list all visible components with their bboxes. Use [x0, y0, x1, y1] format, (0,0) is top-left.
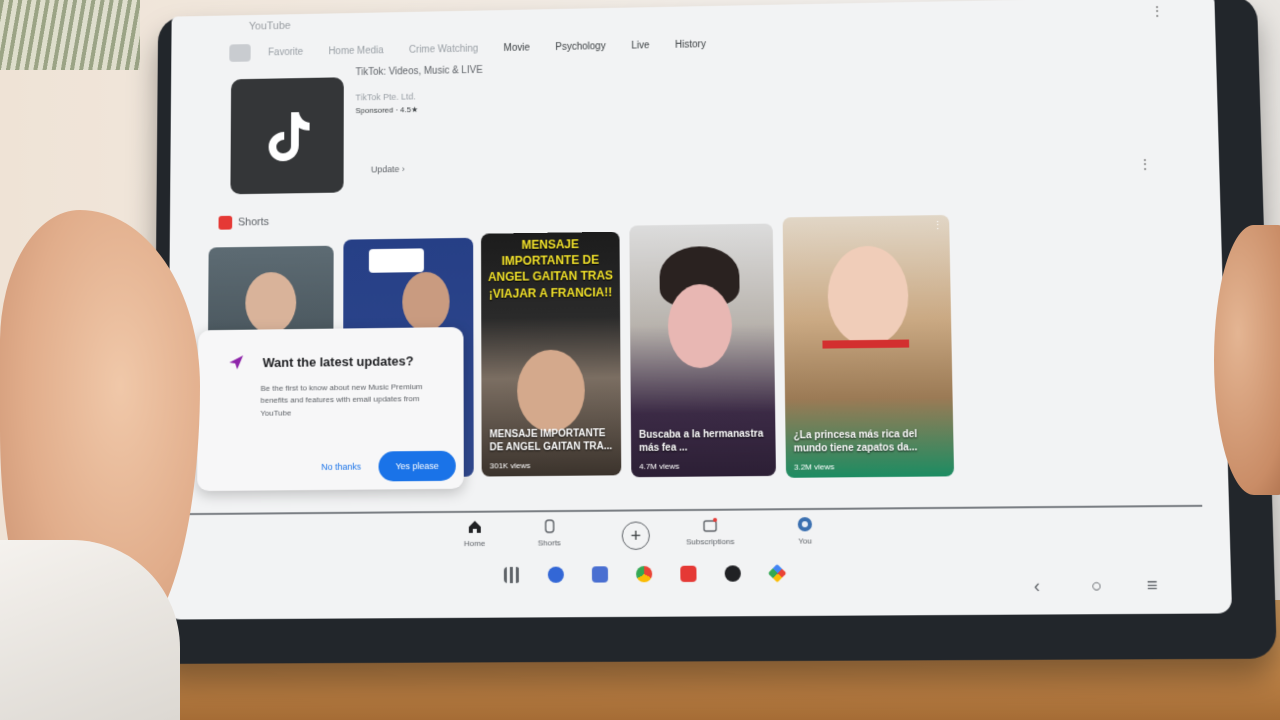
tiktok-icon — [268, 111, 310, 162]
nav-create[interactable]: + — [621, 521, 650, 550]
chip-history[interactable]: History — [667, 36, 714, 54]
background-plant — [0, 0, 140, 70]
system-taskbar — [503, 564, 787, 584]
nav-you-label: You — [798, 536, 813, 546]
tablet: YouTube ⋮ Favorite Home Media Crime Watc… — [152, 0, 1277, 664]
avatar-icon — [797, 517, 813, 532]
tiktok-app-icon[interactable] — [230, 77, 344, 195]
updates-popup: Want the latest updates? Be the first to… — [197, 326, 464, 492]
short-card-3[interactable]: MENSAJE IMPORTANTE DE ANGEL GAITAN TRAS … — [481, 231, 622, 477]
update-button[interactable]: Update › — [371, 164, 405, 174]
chrome-icon[interactable] — [636, 565, 653, 583]
chip-live[interactable]: Live — [623, 37, 657, 54]
chip-movie[interactable]: Movie — [496, 39, 538, 56]
app-meta: Sponsored · 4.5★ — [355, 105, 419, 116]
app-name: YouTube — [248, 20, 291, 33]
explore-icon[interactable] — [229, 44, 251, 62]
short-card-5[interactable]: ⋮ ¿La princesa más rica del mundo tiene … — [782, 214, 955, 478]
nav-divider — [187, 504, 1203, 516]
nav-subscriptions[interactable]: Subscriptions — [686, 517, 735, 547]
nav-shorts[interactable]: Shorts — [537, 518, 561, 548]
thumbnail-face — [516, 349, 586, 433]
no-thanks-button[interactable]: No thanks — [321, 462, 361, 472]
messages-icon[interactable] — [547, 566, 564, 583]
chip-crime-watching[interactable]: Crime Watching — [401, 40, 486, 58]
nav-home-label: Home — [463, 538, 486, 549]
subscriptions-icon — [702, 517, 718, 533]
home-nav-icon[interactable]: ○ — [1091, 575, 1103, 597]
short-banner-text: MENSAJE IMPORTANTE DE ANGEL GAITAN TRAS … — [487, 237, 614, 301]
thumbnail-face — [667, 283, 733, 369]
back-nav-icon[interactable]: ‹ — [1034, 576, 1041, 598]
send-icon — [229, 355, 244, 370]
add-icon: + — [621, 521, 650, 550]
short-more-icon[interactable]: ⋮ — [932, 219, 943, 232]
short-views: 4.7M views — [639, 461, 680, 472]
nav-shorts-label: Shorts — [537, 538, 561, 548]
short-card-4[interactable]: Buscaba a la hermanastra más fea ... 4.7… — [629, 223, 776, 478]
shorts-label: Shorts — [237, 216, 270, 229]
recents-nav-icon[interactable]: ≡ — [1146, 575, 1157, 597]
shorts-section-header: Shorts — [218, 215, 270, 230]
youtube-icon[interactable] — [680, 565, 697, 583]
shorts-icon — [541, 518, 557, 534]
thumbnail-sticker — [368, 248, 424, 273]
apps-grid-icon[interactable] — [503, 566, 520, 584]
nav-you[interactable]: You — [797, 516, 814, 546]
more-options-icon[interactable]: ⋮ — [1150, 3, 1165, 20]
category-chips: Favorite Home Media Crime Watching Movie… — [229, 35, 714, 62]
short-views: 3.2M views — [793, 462, 835, 472]
yes-please-button[interactable]: Yes please — [378, 450, 456, 482]
short-views: 301K views — [489, 461, 531, 471]
card-more-icon[interactable]: ⋮ — [1138, 156, 1153, 173]
app-developer: TikTok Pte. Ltd. — [355, 91, 416, 103]
thumbnail-red-label — [822, 339, 910, 349]
chip-favorite[interactable]: Favorite — [260, 43, 311, 60]
popup-body: Be the first to know about new Music Pre… — [260, 382, 423, 418]
short-caption: ¿La princesa más rica del mundo tiene za… — [793, 429, 918, 455]
files-icon[interactable] — [591, 566, 609, 583]
short-caption: Buscaba a la hermanastra más fea ... — [638, 428, 764, 454]
nav-subscriptions-label: Subscriptions — [686, 536, 735, 547]
shorts-logo-icon — [218, 215, 233, 230]
chip-psychology[interactable]: Psychology — [547, 38, 613, 56]
popup-title: Want the latest updates? — [262, 353, 414, 371]
thumbnail-face — [827, 245, 910, 347]
chip-home-media[interactable]: Home Media — [321, 42, 392, 60]
photos-icon[interactable] — [768, 564, 787, 583]
home-icon — [467, 520, 480, 533]
camera-icon[interactable] — [724, 565, 741, 582]
thumbnail-face — [245, 271, 297, 334]
tablet-screen: YouTube ⋮ Favorite Home Media Crime Watc… — [166, 0, 1233, 620]
short-caption: MENSAJE IMPORTANTE DE ANGEL GAITAN TRA..… — [489, 428, 613, 453]
update-label: Update — [370, 164, 400, 175]
nav-home[interactable]: Home — [464, 519, 485, 548]
app-title[interactable]: TikTok: Videos, Music & LIVE — [356, 65, 483, 78]
thumbnail-face — [402, 271, 450, 332]
